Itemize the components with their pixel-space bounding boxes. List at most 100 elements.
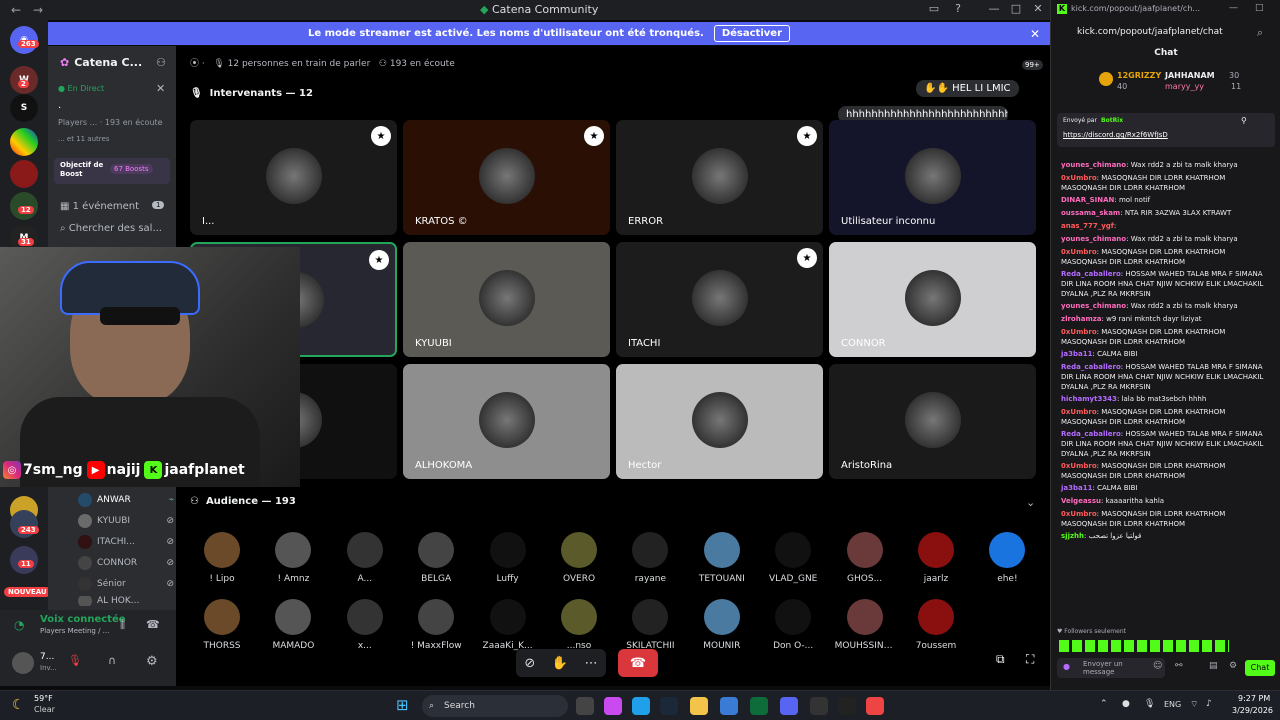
- mute-icon[interactable]: 🎙︎: [68, 654, 82, 667]
- volume-icon[interactable]: ♪: [1206, 699, 1212, 709]
- audience-member[interactable]: ZaaaKi_K...: [478, 599, 538, 651]
- audience-member[interactable]: MOUHSSINE...: [835, 599, 895, 651]
- emote-bar[interactable]: [1059, 640, 1229, 652]
- minimize-icon[interactable]: —: [984, 2, 1004, 15]
- copilot-icon[interactable]: [604, 697, 622, 715]
- audience-member[interactable]: TÉTOUANI: [692, 532, 752, 584]
- audience-member[interactable]: rayane: [620, 532, 680, 584]
- chat-username[interactable]: Reda_caballero: [1061, 270, 1121, 278]
- chat-username[interactable]: Reda_caballero: [1061, 363, 1121, 371]
- voice-status[interactable]: Voix connectée: [40, 614, 126, 625]
- audience-member[interactable]: MAMADO: [263, 599, 323, 651]
- audience-member[interactable]: Don O-...: [763, 599, 823, 651]
- store-icon[interactable]: ▤: [1209, 661, 1218, 671]
- chat-username[interactable]: 0xUmbro: [1061, 174, 1097, 182]
- close-live-icon[interactable]: ✕: [156, 82, 165, 95]
- forward-arrow-icon[interactable]: →: [30, 3, 46, 17]
- tray-app-icon[interactable]: ●: [1122, 699, 1130, 709]
- voice-user[interactable]: ANWAR ⌁: [78, 491, 174, 509]
- send-chat-button[interactable]: Chat: [1245, 660, 1275, 676]
- close-banner-icon[interactable]: ✕: [1030, 27, 1040, 41]
- headset-icon[interactable]: ∩: [108, 654, 116, 667]
- file-explorer-icon[interactable]: [690, 697, 708, 715]
- chat-input[interactable]: ● Envoyer un message ☺: [1057, 658, 1165, 678]
- audience-member[interactable]: SKILATCHII: [620, 599, 680, 651]
- close-window-icon[interactable]: ✕: [1028, 2, 1048, 15]
- speaker-tile[interactable]: ERROR ★: [616, 120, 823, 235]
- speaker-tile[interactable]: KYUUBI: [403, 242, 610, 357]
- add-friend-icon[interactable]: ⚇: [156, 56, 166, 69]
- notification-count[interactable]: 99+: [1022, 60, 1043, 70]
- audience-member[interactable]: ! Amnz: [263, 532, 323, 584]
- network-icon[interactable]: ⌔: [1190, 699, 1198, 710]
- audience-member[interactable]: VLAD_GNE: [763, 532, 823, 584]
- speaker-tile[interactable]: I... ★: [190, 120, 397, 235]
- server-icon[interactable]: [10, 128, 38, 156]
- audience-member[interactable]: ! MaxxFlow: [406, 599, 466, 651]
- audience-member[interactable]: OVERO: [549, 532, 609, 584]
- chat-username[interactable]: 0xUmbro: [1061, 248, 1097, 256]
- chat-username[interactable]: Velgeassu: [1061, 497, 1101, 505]
- capcut-icon[interactable]: [838, 697, 856, 715]
- mic-input-icon[interactable]: ●: [1063, 662, 1070, 671]
- server-header[interactable]: ✿ Catena C... ⚇: [48, 46, 176, 78]
- chat-username[interactable]: anas_777_ygf: [1061, 222, 1114, 230]
- chat-settings-icon[interactable]: ⚙: [1229, 661, 1237, 671]
- server-icon[interactable]: S: [10, 94, 38, 122]
- discord-app-icon[interactable]: [780, 697, 798, 715]
- clock-time[interactable]: 9:27 PM: [1238, 694, 1270, 703]
- pinned-message[interactable]: Envoyé par BotRix https://discord.gg/Rx2…: [1057, 113, 1275, 147]
- raise-hand-icon[interactable]: ✋: [552, 656, 568, 671]
- events-row[interactable]: ▦ 1 événement 1: [60, 201, 165, 212]
- chat-username[interactable]: 0xUmbro: [1061, 462, 1097, 470]
- chat-username[interactable]: zlrohamza: [1061, 315, 1102, 323]
- weather-moon-icon[interactable]: ☾: [12, 697, 25, 713]
- emoji-icon[interactable]: ☺: [1153, 661, 1162, 671]
- speaker-tile[interactable]: ITACHI ★: [616, 242, 823, 357]
- popout-icon[interactable]: ⧉: [996, 652, 1005, 667]
- discord-link[interactable]: https://discord.gg/Rx2f6WfJsD: [1063, 131, 1168, 139]
- speaker-tile[interactable]: ALHOKOMA: [403, 364, 610, 479]
- obs-icon[interactable]: [810, 697, 828, 715]
- audience-member[interactable]: THORSS: [192, 599, 252, 651]
- browser-minimize-icon[interactable]: —: [1229, 3, 1238, 13]
- noise-suppression-icon[interactable]: ⫼: [120, 618, 125, 632]
- help-icon[interactable]: ?: [948, 2, 968, 15]
- pin-icon[interactable]: ⚲: [1241, 116, 1247, 125]
- speaker-tile[interactable]: Utilisateur inconnu: [829, 120, 1036, 235]
- audience-member[interactable]: A...: [335, 532, 395, 584]
- voice-user[interactable]: AL HOK...: [78, 596, 174, 606]
- voice-channel[interactable]: Players Meeting / ...: [40, 627, 110, 635]
- windows-start-icon[interactable]: ⊞: [396, 696, 409, 714]
- voice-user[interactable]: Sénior ⊘: [78, 575, 174, 593]
- more-options-icon[interactable]: ⋯: [585, 656, 598, 671]
- audience-member[interactable]: Luffy: [478, 532, 538, 584]
- speaker-tile[interactable]: Hector: [616, 364, 823, 479]
- chrome-icon[interactable]: [866, 697, 884, 715]
- edge-icon[interactable]: [632, 697, 650, 715]
- leave-stage-button[interactable]: ☎: [618, 649, 658, 677]
- settings-gear-icon[interactable]: ⚙: [146, 654, 158, 669]
- tray-mic-icon[interactable]: 🎙︎: [1144, 699, 1155, 709]
- voice-user[interactable]: KYUUBI ⊘: [78, 512, 174, 530]
- voice-user[interactable]: ITACHI... ⊘: [78, 533, 174, 551]
- speaker-tile[interactable]: KRATOS © ★: [403, 120, 610, 235]
- browser-search-icon[interactable]: ⌕: [1257, 26, 1263, 40]
- chat-username[interactable]: DINAR_SINAN: [1061, 196, 1114, 204]
- speaker-tile[interactable]: AristoRina: [829, 364, 1036, 479]
- store-app-icon[interactable]: [720, 697, 738, 715]
- fullscreen-icon[interactable]: ⛶: [1026, 652, 1034, 667]
- terminal-icon[interactable]: [750, 697, 768, 715]
- audience-member[interactable]: x...: [335, 599, 395, 651]
- server-icon[interactable]: [10, 160, 38, 188]
- clock-date[interactable]: 3/29/2026: [1232, 706, 1273, 715]
- audience-member[interactable]: jaarlz: [906, 532, 966, 584]
- disable-streamer-button[interactable]: Désactiver: [713, 25, 790, 42]
- maximize-icon[interactable]: □: [1006, 2, 1026, 15]
- chat-username[interactable]: ja3ba11: [1061, 350, 1092, 358]
- chat-username[interactable]: younes_chimano: [1061, 302, 1126, 310]
- chat-username[interactable]: 0xUmbro: [1061, 328, 1097, 336]
- steam-icon[interactable]: [660, 697, 678, 715]
- user-avatar[interactable]: [12, 652, 34, 674]
- chat-username[interactable]: Reda_caballero: [1061, 430, 1121, 438]
